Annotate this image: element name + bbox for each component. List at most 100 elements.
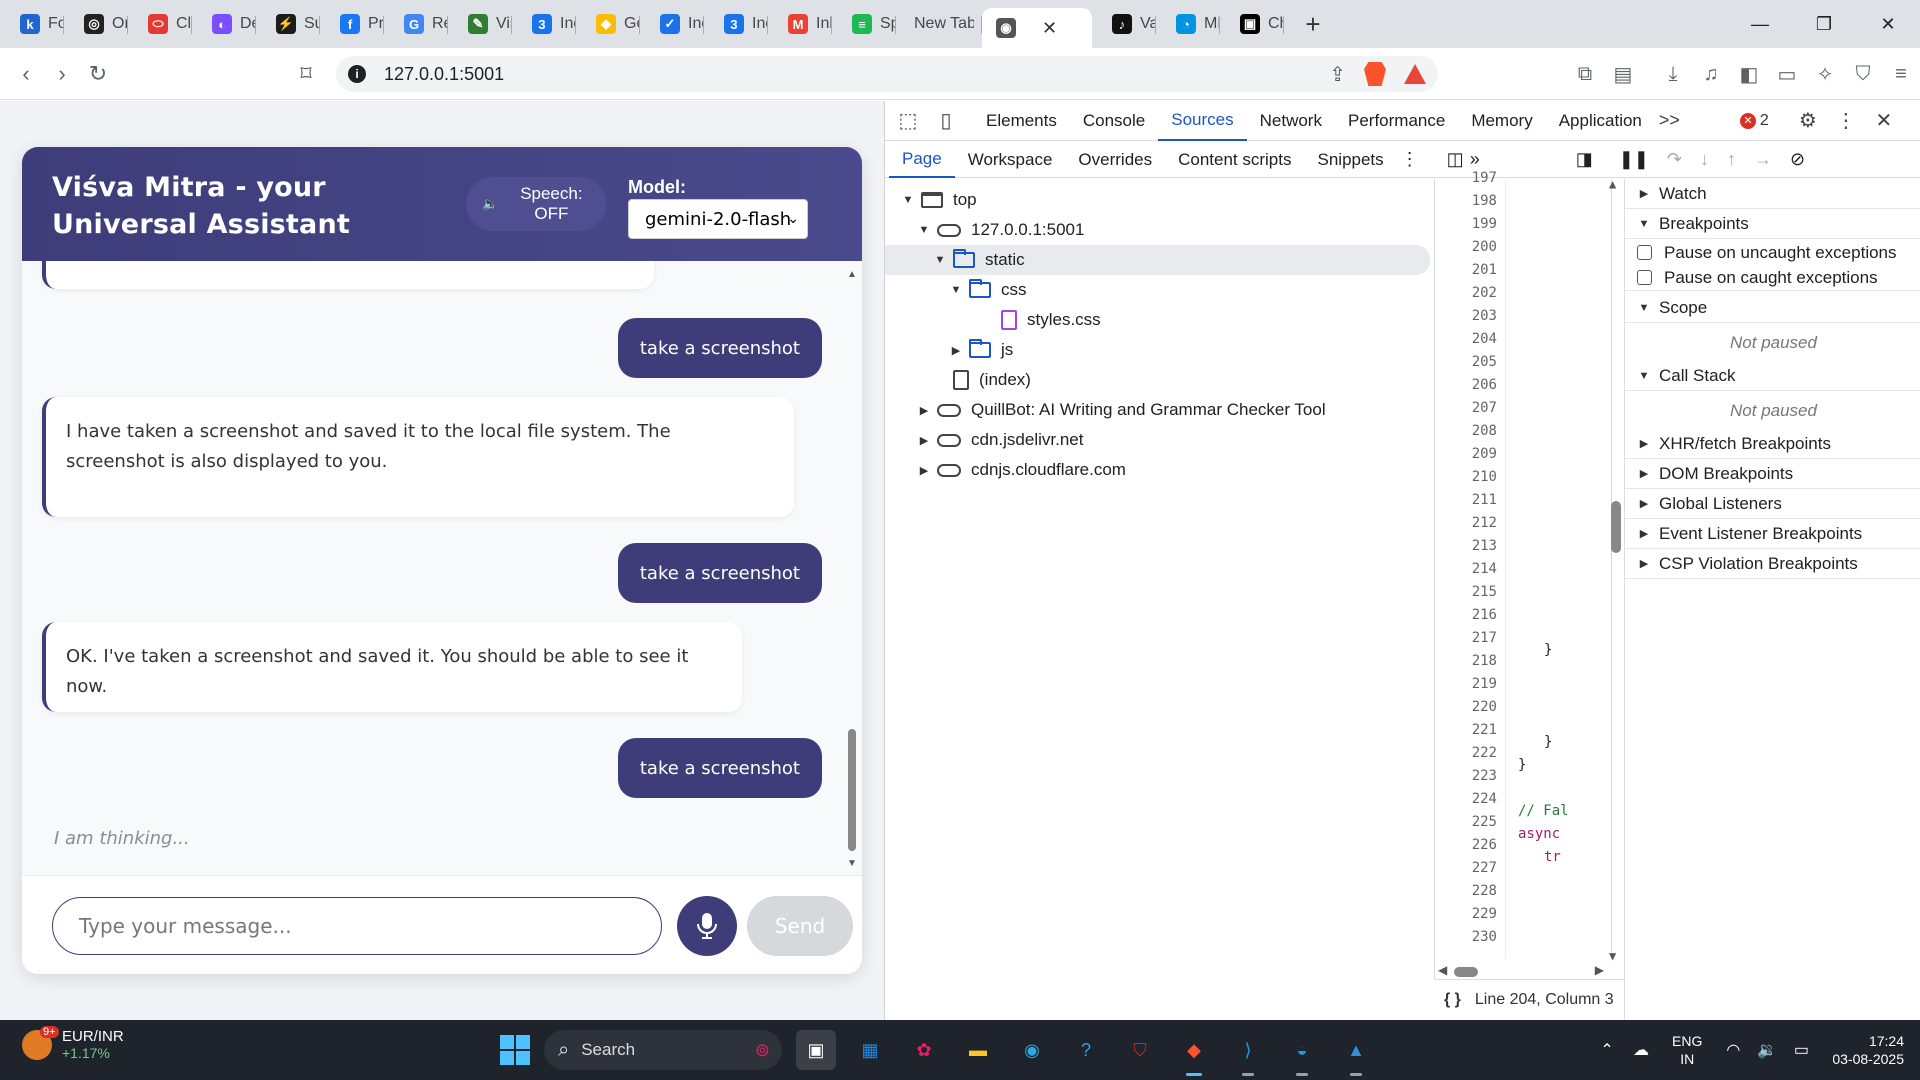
scroll-thumb[interactable] xyxy=(848,729,856,851)
browser-tab[interactable]: ≡ Spotify xyxy=(832,0,896,48)
line-number[interactable]: 207 xyxy=(1472,397,1497,420)
caret-down-icon[interactable]: ▼ xyxy=(949,284,963,296)
toggle-debugger-icon[interactable]: ◨ xyxy=(1576,149,1593,170)
line-number[interactable]: 199 xyxy=(1472,213,1497,236)
line-number[interactable]: 227 xyxy=(1472,857,1497,880)
line-number[interactable]: 224 xyxy=(1472,788,1497,811)
chevron-up-icon[interactable]: ⌃ xyxy=(1590,1040,1624,1060)
browser-tab[interactable]: ▣ Chat xyxy=(1220,0,1284,48)
scroll-thumb[interactable] xyxy=(1611,501,1621,553)
tree-item-css[interactable]: ▼ css xyxy=(885,275,1027,305)
message-list[interactable]: take a screenshot I have taken a screens… xyxy=(22,261,862,875)
line-number[interactable]: 221 xyxy=(1472,719,1497,742)
brave-shields-icon[interactable] xyxy=(1364,62,1386,86)
scroll-down-icon[interactable]: ▼ xyxy=(847,858,857,869)
window-close-icon[interactable]: ✕ xyxy=(1856,0,1920,48)
section-xhr-breakpoints[interactable]: ▶ XHR/fetch Breakpoints xyxy=(1625,429,1920,459)
line-number[interactable]: 212 xyxy=(1472,512,1497,535)
line-number[interactable]: 215 xyxy=(1472,581,1497,604)
wifi-icon[interactable]: ◠ xyxy=(1716,1040,1750,1060)
mcafee-icon[interactable]: ⛉ xyxy=(1120,1030,1160,1070)
scroll-up-icon[interactable]: ▲ xyxy=(847,269,857,280)
language-indicator[interactable]: ENG IN xyxy=(1672,1032,1702,1068)
section-scope[interactable]: ▼ Scope xyxy=(1625,293,1920,323)
line-number[interactable]: 213 xyxy=(1472,535,1497,558)
settings-gear-icon[interactable]: ⚙ xyxy=(1789,108,1827,133)
toggle-navigator-icon[interactable]: ◫ xyxy=(1447,149,1464,170)
section-global-listeners[interactable]: ▶ Global Listeners xyxy=(1625,489,1920,519)
caret-right-icon[interactable]: ▶ xyxy=(917,464,931,477)
line-number[interactable]: 198 xyxy=(1472,190,1497,213)
devtools-tab-performance[interactable]: Performance xyxy=(1335,101,1458,141)
model-select[interactable]: gemini-2.0-flash ⌄ xyxy=(628,199,808,239)
sources-subtab-content-scripts[interactable]: Content scripts xyxy=(1165,142,1304,178)
line-number[interactable]: 200 xyxy=(1472,236,1497,259)
speech-toggle-button[interactable]: 🔈 Speech: OFF xyxy=(466,177,606,231)
tree-item-jsdelivr[interactable]: ▶ cdn.jsdelivr.net xyxy=(885,425,1084,455)
step-out-icon[interactable]: ↑ xyxy=(1727,149,1736,170)
bookmark-icon[interactable]: ⌑ xyxy=(288,56,324,92)
more-options-icon[interactable]: ⋮ xyxy=(1827,108,1865,133)
tree-item-js[interactable]: ▶ js xyxy=(885,335,1013,365)
browser-tab[interactable]: ◎ Oracle xyxy=(64,0,128,48)
devtools-tab-sources[interactable]: Sources xyxy=(1158,101,1247,141)
browser-tab[interactable]: 3 India xyxy=(512,0,576,48)
checkbox[interactable] xyxy=(1637,270,1652,285)
scroll-up-icon[interactable]: ▲ xyxy=(1609,177,1616,191)
editor-scrollbar[interactable]: ▲ ▼ xyxy=(1608,177,1622,963)
checkbox[interactable] xyxy=(1637,245,1652,260)
brave-browser-icon[interactable]: ◆ xyxy=(1174,1030,1214,1076)
photos-icon[interactable]: ▲ xyxy=(1336,1030,1376,1076)
step-icon[interactable]: → xyxy=(1754,149,1772,170)
tree-item-styles-css[interactable]: styles.css xyxy=(885,305,1101,335)
line-number[interactable]: 202 xyxy=(1472,282,1497,305)
sources-subtab-overrides[interactable]: Overrides xyxy=(1065,142,1165,178)
tree-item-top[interactable]: ▼ top xyxy=(885,185,977,215)
volume-icon[interactable]: 🔉 xyxy=(1750,1040,1784,1060)
caret-right-icon[interactable]: ▶ xyxy=(949,344,963,357)
tree-item-static[interactable]: ▼ static xyxy=(885,245,1430,275)
caret-down-icon[interactable]: ▼ xyxy=(917,224,931,236)
taskbar-search[interactable]: ⌕ Search ⊚ xyxy=(544,1030,782,1070)
pause-caught-checkbox[interactable]: Pause on caught exceptions xyxy=(1625,265,1920,291)
wallet-icon[interactable]: ▭ xyxy=(1768,62,1806,87)
section-breakpoints[interactable]: ▼ Breakpoints xyxy=(1625,209,1920,239)
line-number[interactable]: 206 xyxy=(1472,374,1497,397)
error-badge[interactable]: ✕ 2 xyxy=(1739,112,1769,130)
device-toolbar-icon[interactable]: ▯ xyxy=(927,108,965,133)
send-button[interactable]: Send xyxy=(747,896,853,956)
leo-ai-icon[interactable]: ✧ xyxy=(1806,62,1844,87)
sources-subtab-workspace[interactable]: Workspace xyxy=(955,142,1066,178)
section-event-listener-breakpoints[interactable]: ▶ Event Listener Breakpoints xyxy=(1625,519,1920,549)
message-input[interactable]: Type your message... xyxy=(52,897,662,955)
sidebar-icon[interactable]: ◧ xyxy=(1730,62,1768,87)
pause-uncaught-checkbox[interactable]: Pause on uncaught exceptions xyxy=(1625,240,1920,265)
browser-tab[interactable]: ♪ Various xyxy=(1092,0,1156,48)
browser-tab[interactable]: New Tab xyxy=(896,0,982,48)
browser-tab[interactable]: ✎ Vishwa xyxy=(448,0,512,48)
section-watch[interactable]: ▶ Watch xyxy=(1625,179,1920,209)
scroll-right-icon[interactable]: ▶ xyxy=(1595,963,1604,977)
scroll-thumb[interactable] xyxy=(1454,967,1478,977)
scroll-down-icon[interactable]: ▼ xyxy=(1609,949,1616,963)
line-number[interactable]: 223 xyxy=(1472,765,1497,788)
pause-icon[interactable]: ❚❚ xyxy=(1619,149,1649,170)
line-number[interactable]: 204 xyxy=(1472,328,1497,351)
deactivate-breakpoints-icon[interactable]: ⊘ xyxy=(1790,149,1805,170)
caret-right-icon[interactable]: ▶ xyxy=(917,434,931,447)
line-number[interactable]: 220 xyxy=(1472,696,1497,719)
tree-item-cloudflare[interactable]: ▶ cdnjs.cloudflare.com xyxy=(885,455,1126,485)
line-number[interactable]: 218 xyxy=(1472,650,1497,673)
line-number[interactable]: 228 xyxy=(1472,880,1497,903)
browser-tab[interactable]: ◔ MLflow xyxy=(1156,0,1220,48)
more-tabs-icon[interactable]: >> xyxy=(1659,110,1680,131)
caret-down-icon[interactable]: ▼ xyxy=(901,194,915,206)
line-number[interactable]: 205 xyxy=(1472,351,1497,374)
line-number[interactable]: 217 xyxy=(1472,627,1497,650)
tree-item-index[interactable]: (index) xyxy=(885,365,1031,395)
vpn-icon[interactable]: ⛉ xyxy=(1844,63,1882,86)
line-number[interactable]: 197 xyxy=(1472,167,1497,190)
tree-item-quillbot[interactable]: ▶ QuillBot: AI Writing and Grammar Checke… xyxy=(885,395,1326,425)
close-tab-icon[interactable]: ✕ xyxy=(1042,18,1057,39)
browser-tab[interactable]: k Fork xyxy=(0,0,64,48)
